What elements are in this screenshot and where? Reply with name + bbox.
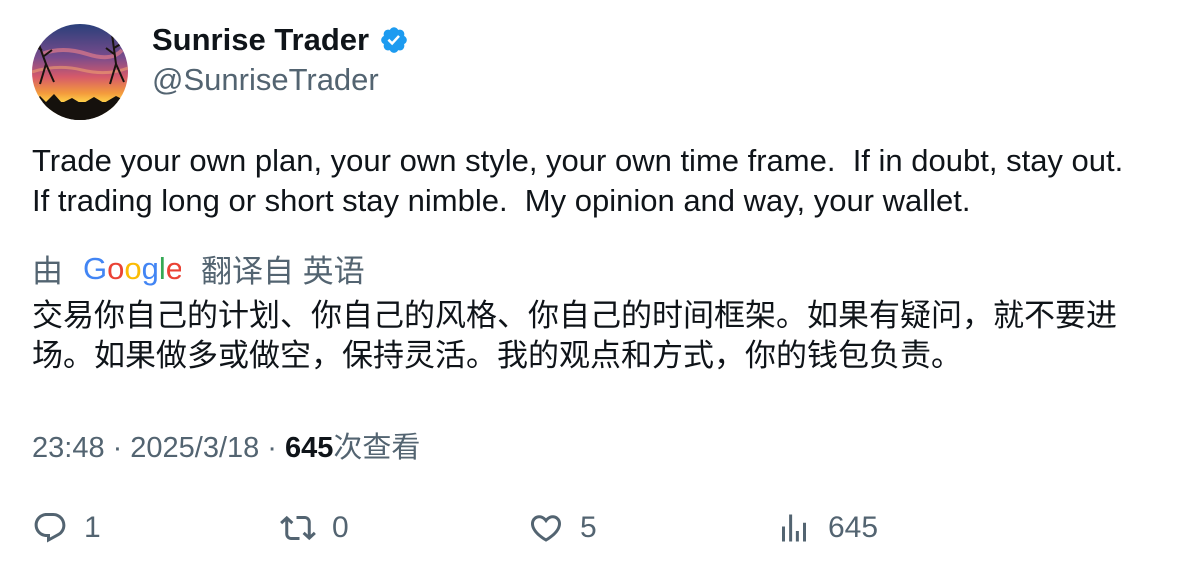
views-count: 645 <box>284 432 334 464</box>
author-display-name[interactable]: Sunrise Trader <box>152 22 369 58</box>
sunset-avatar-image <box>32 24 128 120</box>
repost-icon <box>280 515 316 541</box>
repost-count: 0 <box>332 511 349 544</box>
translation-attribution: 由 Google 翻译自 英语 <box>32 246 365 291</box>
translated-text: 交易你自己的计划、你自己的风格、你自己的时间框架。如果有疑问，就不要进场。如果做… <box>32 298 1117 373</box>
heart-icon <box>530 515 562 542</box>
reply-icon <box>34 513 66 543</box>
svg-text:Google: Google <box>83 252 181 286</box>
translation-source-label[interactable]: 翻译自 英语 <box>201 246 365 291</box>
verified-badge-icon[interactable] <box>379 25 409 55</box>
translation-prefix: 由 <box>32 254 63 289</box>
like-count: 5 <box>580 511 597 544</box>
views-label: 次查看 <box>333 432 421 464</box>
author-handle[interactable]: @SunriseTrader <box>152 62 379 98</box>
meta-separator: · <box>112 432 123 464</box>
tweet-date[interactable]: 2025/3/18 <box>130 432 259 465</box>
author-name-row: Sunrise Trader <box>152 22 409 58</box>
repost-button[interactable]: 0 <box>280 510 349 546</box>
action-bar: 1 0 5 645 <box>0 510 1196 554</box>
tweet-text: Trade your own plan, your own style, you… <box>32 143 1124 218</box>
google-logo-icon[interactable]: Google <box>83 249 181 289</box>
meta-separator: · <box>267 432 277 464</box>
views-action-count: 645 <box>828 511 879 544</box>
like-button[interactable]: 5 <box>528 510 597 546</box>
reply-button[interactable]: 1 <box>32 510 101 546</box>
bar-chart-icon <box>782 514 806 542</box>
reply-count: 1 <box>84 511 101 544</box>
views-button[interactable]: 645 <box>776 510 878 546</box>
tweet-time[interactable]: 23:48 <box>32 432 105 465</box>
avatar[interactable] <box>32 24 128 120</box>
tweet-meta: 23:48 · 2025/3/18 · 645 次查看 <box>32 424 420 466</box>
